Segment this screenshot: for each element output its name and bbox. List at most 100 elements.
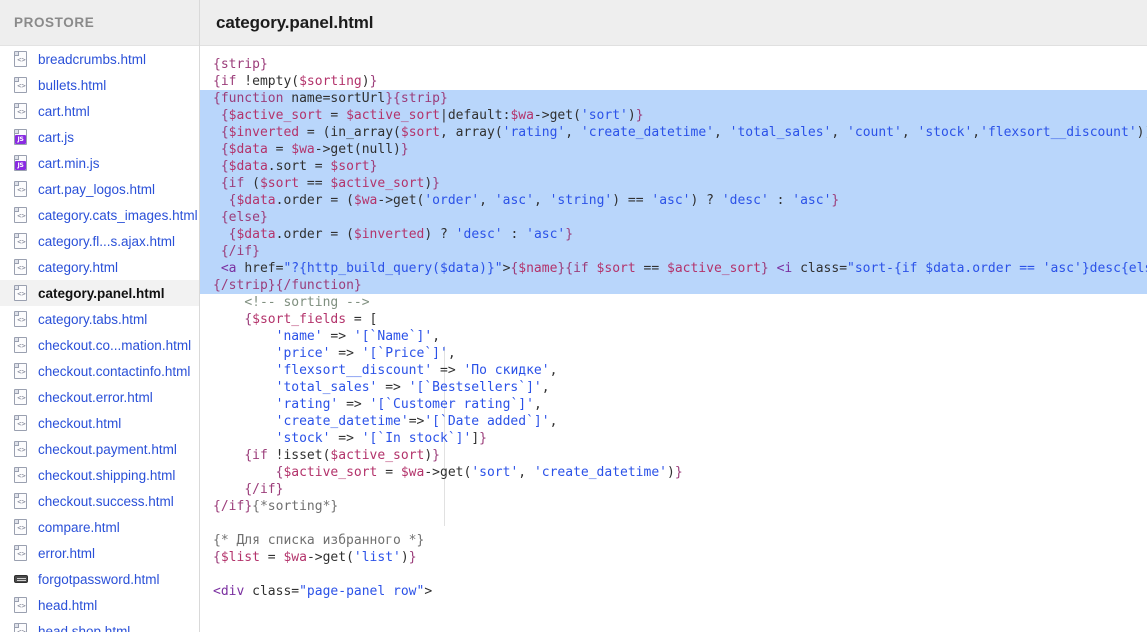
file-list-item[interactable]: JS cart.min.js	[0, 150, 199, 176]
code-line: <div class="page-panel row">	[213, 584, 433, 599]
file-list-item[interactable]: <> checkout.html	[0, 410, 199, 436]
code-content[interactable]: {strip} {if !empty($sorting)} {function na…	[200, 56, 1147, 600]
html-file-icon: <>	[14, 466, 29, 484]
html-file-icon: <>	[14, 440, 29, 458]
html-file-icon: <>	[14, 180, 29, 198]
code-line: {$data.order = ($inverted) ? 'desc' : 'a…	[200, 226, 1147, 243]
file-list-item[interactable]: <> error.html	[0, 540, 199, 566]
code-line: {/strip}{/function}	[200, 277, 1147, 294]
file-list: <> breadcrumbs.html <> bullets.html <> cart.h…	[0, 46, 199, 632]
code-line: {if !empty($sorting)}	[213, 74, 378, 89]
file-list-item-label: checkout.success.html	[38, 493, 174, 509]
file-list-item-label: checkout.shipping.html	[38, 467, 176, 483]
file-list-item-label: checkout.co...mation.html	[38, 337, 192, 353]
file-list-item[interactable]: <> category.tabs.html	[0, 306, 199, 332]
file-list-item[interactable]: <> bullets.html	[0, 72, 199, 98]
code-line: <a href="?{http_build_query($data)}">{$n…	[200, 260, 1147, 277]
file-list-item-label: category.cats_images.html	[38, 207, 198, 223]
code-line: {$data.sort = $sort}	[200, 158, 1147, 175]
page-title: category.panel.html	[216, 12, 374, 32]
code-line: {if !isset($active_sort)}	[244, 448, 440, 463]
code-line: {/if}	[244, 482, 284, 497]
code-line: {$active_sort = $wa->get('sort', 'create…	[275, 465, 683, 480]
js-file-icon: JS	[14, 128, 29, 146]
code-editor-area[interactable]: {strip} {if !empty($sorting)} {function na…	[200, 46, 1147, 632]
file-list-item[interactable]: <> category.fl...s.ajax.html	[0, 228, 199, 254]
file-list-item-label: category.fl...s.ajax.html	[38, 233, 176, 249]
file-list-item-label: category.panel.html	[38, 285, 165, 301]
file-list-item[interactable]: JS cart.js	[0, 124, 199, 150]
html-file-icon: <>	[14, 232, 29, 250]
file-list-item[interactable]: <> head.shop.html	[0, 618, 199, 632]
code-line: {* Для списка избранного *}	[213, 533, 425, 548]
js-file-icon: JS	[14, 154, 29, 172]
editor-header: category.panel.html	[200, 0, 1147, 46]
code-line: 'stock' => '[`In stock`]']}	[275, 431, 487, 446]
file-list-item-label: category.tabs.html	[38, 311, 148, 327]
code-line: {else}	[200, 209, 1147, 226]
file-list-item[interactable]: <> category.html	[0, 254, 199, 280]
file-list-item[interactable]: <> checkout.success.html	[0, 488, 199, 514]
file-list-item-label: cart.html	[38, 103, 90, 119]
html-file-icon: <>	[14, 518, 29, 536]
file-list-item-label: forgotpassword.html	[38, 571, 160, 587]
code-line: {$sort_fields = [	[244, 312, 378, 327]
code-line: 'total_sales' => '[`Bestsellers`]',	[275, 380, 550, 395]
main-panel: category.panel.html {strip} {if !empty($s…	[200, 0, 1147, 632]
file-list-item[interactable]: forgotpassword.html	[0, 566, 199, 592]
misc-file-icon	[14, 571, 29, 588]
file-list-item[interactable]: <> checkout.payment.html	[0, 436, 199, 462]
code-line: {/if}	[200, 243, 1147, 260]
html-file-icon: <>	[14, 284, 29, 302]
file-list-item[interactable]: <> compare.html	[0, 514, 199, 540]
code-editor-window: PROSTORE <> breadcrumbs.html <> bullets.htm…	[0, 0, 1147, 632]
file-list-item-label: cart.min.js	[38, 155, 100, 171]
html-file-icon: <>	[14, 492, 29, 510]
html-file-icon: <>	[14, 310, 29, 328]
file-list-item[interactable]: <> breadcrumbs.html	[0, 46, 199, 72]
file-list-item[interactable]: <> cart.pay_logos.html	[0, 176, 199, 202]
code-line: 'price' => '[`Price`]',	[275, 346, 456, 361]
html-file-icon: <>	[14, 596, 29, 614]
code-line: {function name=sortUrl}{strip}	[200, 90, 1147, 107]
file-list-item-label: checkout.payment.html	[38, 441, 177, 457]
code-line: {$inverted = (in_array($sort, array('rat…	[200, 124, 1147, 141]
code-line: {if ($sort == $active_sort)}	[200, 175, 1147, 192]
file-list-item[interactable]: <> cart.html	[0, 98, 199, 124]
code-line: <!-- sorting -->	[244, 295, 370, 310]
code-line: 'name' => '[`Name`]',	[275, 329, 441, 344]
html-file-icon: <>	[14, 206, 29, 224]
file-list-item[interactable]: <> category.panel.html	[0, 280, 199, 306]
file-list-item-label: compare.html	[38, 519, 120, 535]
code-line: 'flexsort__discount' => 'По скидке',	[275, 363, 558, 378]
html-file-icon: <>	[14, 388, 29, 406]
html-file-icon: <>	[14, 336, 29, 354]
html-file-icon: <>	[14, 622, 29, 632]
file-list-item-label: checkout.error.html	[38, 389, 153, 405]
html-file-icon: <>	[14, 258, 29, 276]
file-list-item-label: error.html	[38, 545, 96, 561]
code-line: 'rating' => '[`Customer rating`]',	[275, 397, 542, 412]
file-list-item[interactable]: <> checkout.error.html	[0, 384, 199, 410]
file-list-item[interactable]: <> checkout.shipping.html	[0, 462, 199, 488]
file-list-item-label: breadcrumbs.html	[38, 51, 147, 67]
file-explorer-sidebar: PROSTORE <> breadcrumbs.html <> bullets.htm…	[0, 0, 200, 632]
file-list-item[interactable]: <> checkout.contactinfo.html	[0, 358, 199, 384]
file-list-item-label: head.html	[38, 597, 98, 613]
file-list-item[interactable]: <> checkout.co...mation.html	[0, 332, 199, 358]
code-line: {$active_sort = $active_sort|default:$wa…	[200, 107, 1147, 124]
file-list-item[interactable]: <> category.cats_images.html	[0, 202, 199, 228]
html-file-icon: <>	[14, 50, 29, 68]
code-line: 'create_datetime'=>'[`Date added`]',	[275, 414, 558, 429]
html-file-icon: <>	[14, 102, 29, 120]
file-list-item-label: head.shop.html	[38, 623, 131, 632]
file-list-item[interactable]: <> head.html	[0, 592, 199, 618]
html-file-icon: <>	[14, 76, 29, 94]
file-list-item-label: bullets.html	[38, 77, 107, 93]
file-list-item-label: cart.pay_logos.html	[38, 181, 156, 197]
code-line: {$data.order = ($wa->get('order', 'asc',…	[200, 192, 1147, 209]
code-line: {$list = $wa->get('list')}	[213, 550, 417, 565]
file-list-item-label: checkout.contactinfo.html	[38, 363, 191, 379]
